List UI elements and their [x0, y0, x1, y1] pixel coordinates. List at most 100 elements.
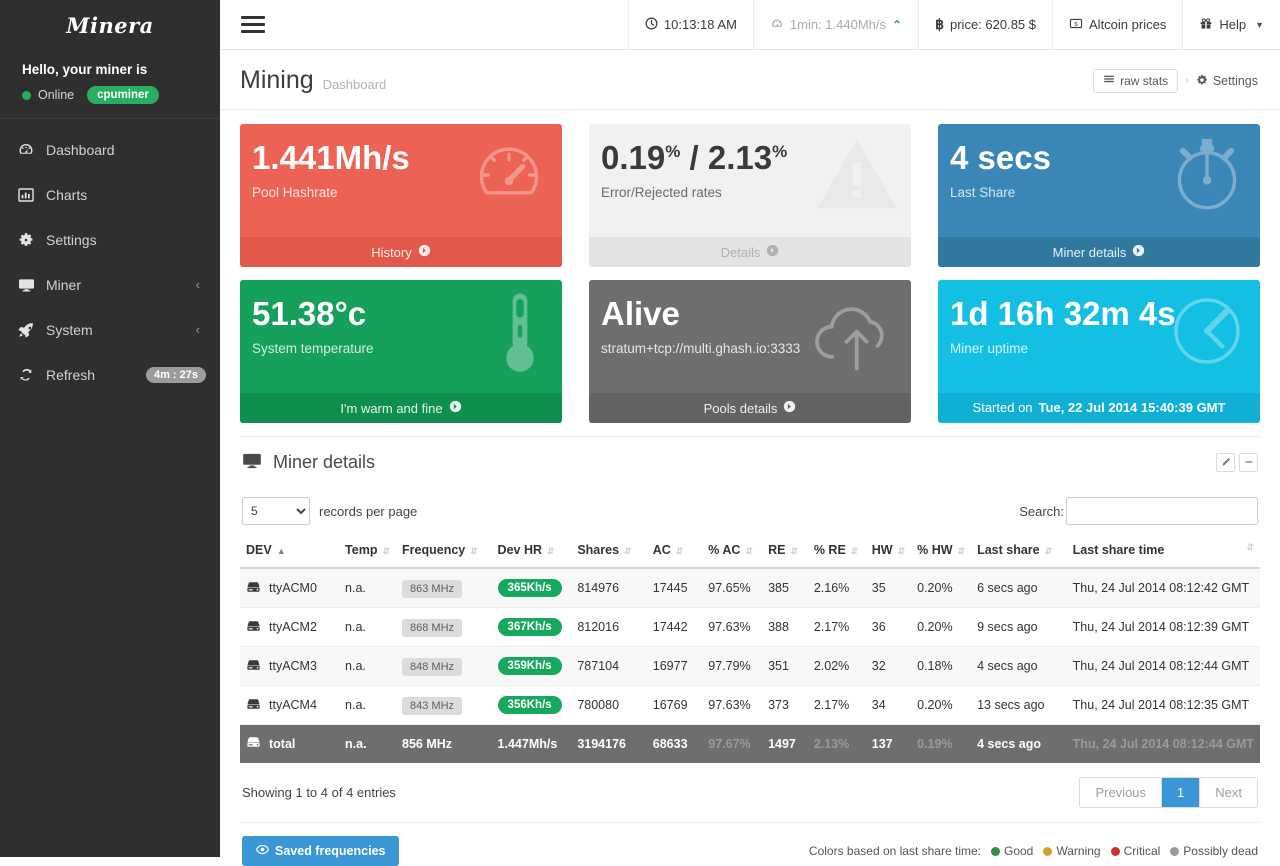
card-pool-status[interactable]: Alive stratum+tcp://multi.ghash.io:3333 … — [589, 280, 911, 423]
entries-info: Showing 1 to 4 of 4 entries — [242, 785, 396, 800]
col-pct-re[interactable]: % RE⇵ — [808, 535, 866, 568]
col-dev[interactable]: DEV▲ — [240, 535, 339, 568]
sort-icon: ⇵ — [624, 547, 632, 555]
card-value: 1d 16h 32m 4s — [950, 297, 1242, 332]
card-body: 1d 16h 32m 4s Miner uptime — [938, 280, 1260, 393]
col-re[interactable]: RE⇵ — [762, 535, 808, 568]
topbar-btc-price[interactable]: ฿ price: 620.85 $ — [918, 0, 1052, 50]
col-last-share[interactable]: Last share⇵ — [971, 535, 1067, 568]
pagination-next[interactable]: Next — [1200, 778, 1257, 807]
sort-icon: ⇵ — [851, 547, 859, 555]
sidebar-item-dashboard[interactable]: Dashboard — [0, 127, 220, 172]
sidebar-item-label: System — [46, 322, 93, 338]
col-ac[interactable]: AC⇵ — [647, 535, 702, 568]
card-footer-link[interactable]: I'm warm and fine — [240, 393, 562, 423]
cell-ac: 68633 — [647, 725, 702, 763]
hdd-icon — [246, 658, 261, 675]
table-row[interactable]: ttyACM2n.a.868 MHz367Kh/s8120161744297.6… — [240, 608, 1260, 647]
trend-up-icon: ⌃ — [892, 18, 902, 32]
tachometer-icon — [770, 17, 784, 33]
cell-last-share-time: Thu, 24 Jul 2014 08:12:44 GMT — [1067, 725, 1260, 763]
col-label: Last share time — [1073, 543, 1165, 557]
col-temp[interactable]: Temp⇵ — [339, 535, 396, 568]
card-error-rejected[interactable]: 0.19% / 2.13% Error/Rejected rates Detai… — [589, 124, 911, 267]
chevron-down-icon: ▼ — [1255, 20, 1264, 30]
col-label: Shares — [577, 543, 619, 557]
card-pool-hashrate[interactable]: 1.441Mh/s Pool Hashrate History — [240, 124, 562, 267]
miner-details-table: DEV▲ Temp⇵ Frequency⇵ Dev HR⇵ Shares⇵ AC… — [240, 535, 1260, 763]
col-pct-ac[interactable]: % AC⇵ — [702, 535, 762, 568]
sidebar-item-charts[interactable]: Charts — [0, 172, 220, 217]
dev-name: ttyACM3 — [269, 659, 317, 673]
cell-shares: 814976 — [571, 568, 646, 608]
dev-name: ttyACM4 — [269, 698, 317, 712]
sidebar-item-settings[interactable]: Settings — [0, 217, 220, 262]
records-per-page-label: records per page — [319, 504, 417, 519]
search-input[interactable] — [1066, 497, 1258, 525]
panel-footer: Saved frequencies Colors based on last s… — [240, 822, 1260, 866]
records-per-page-select[interactable]: 5102550100 — [242, 497, 310, 525]
col-shares[interactable]: Shares ⇵ — [571, 535, 646, 568]
arrow-right-circle-icon — [1132, 244, 1145, 260]
table-row[interactable]: ttyACM4n.a.843 MHz356Kh/s7800801676997.6… — [240, 686, 1260, 725]
topbar-help-menu[interactable]: Help ▼ — [1182, 0, 1280, 50]
cell-dev-hr: 367Kh/s — [492, 608, 572, 647]
card-footer-link[interactable]: Pools details — [589, 393, 911, 423]
miner-status: Online cpuminer — [22, 86, 220, 104]
cell-hw: 32 — [866, 647, 911, 686]
user-status-box: Hello, your miner is Online cpuminer — [0, 50, 220, 119]
card-value: Alive — [601, 297, 893, 332]
hashrate-pill: 356Kh/s — [498, 696, 562, 714]
gift-icon — [1199, 17, 1213, 33]
card-label: Last Share — [950, 185, 1242, 200]
sidebar-item-miner[interactable]: Miner ‹ — [0, 262, 220, 307]
hamburger-icon[interactable] — [220, 16, 266, 33]
card-footer-link[interactable]: Miner details — [938, 237, 1260, 267]
greeting-text: Hello, your miner is — [22, 62, 220, 77]
sidebar-item-system[interactable]: System ‹ — [0, 307, 220, 352]
search-label: Search: — [1019, 504, 1064, 519]
sort-asc-icon: ▲ — [277, 547, 286, 555]
card-last-share[interactable]: 4 secs Last Share Miner details — [938, 124, 1260, 267]
pool-url-label: stratum+tcp://multi.ghash.io:3333 — [601, 341, 893, 356]
card-footer-link[interactable]: Details — [589, 237, 911, 267]
col-label: AC — [653, 543, 671, 557]
cell-pct-ac: 97.63% — [702, 686, 762, 725]
pagination-page-1[interactable]: 1 — [1162, 778, 1200, 807]
table-row[interactable]: ttyACM0n.a.863 MHz365Kh/s8149761744597.6… — [240, 568, 1260, 608]
cell-re: 373 — [762, 686, 808, 725]
card-system-temperature[interactable]: 51.38°c System temperature I'm warm and … — [240, 280, 562, 423]
raw-stats-button[interactable]: raw stats — [1093, 69, 1178, 93]
sort-icon: ⇵ — [958, 547, 966, 555]
col-pct-hw[interactable]: % HW⇵ — [911, 535, 971, 568]
sidebar-item-refresh[interactable]: Refresh 4m : 27s — [0, 352, 220, 397]
col-label: Temp — [345, 543, 377, 557]
card-miner-uptime[interactable]: 1d 16h 32m 4s Miner uptime Started on Tu… — [938, 280, 1260, 423]
legend-item-possibly-dead: Possibly dead — [1170, 844, 1258, 858]
card-footer-label: I'm warm and fine — [340, 401, 442, 416]
table-row[interactable]: ttyACM3n.a.848 MHz359Kh/s7871041697797.7… — [240, 647, 1260, 686]
card-body: 1.441Mh/s Pool Hashrate — [240, 124, 562, 237]
topbar-hashrate[interactable]: 1min: 1.440Mh/s ⌃ — [753, 0, 918, 50]
card-footer-link[interactable]: History — [240, 237, 562, 267]
pagination-previous[interactable]: Previous — [1080, 778, 1162, 807]
card-footer-label: Miner details — [1053, 245, 1127, 260]
card-footer-link[interactable]: Started on Tue, 22 Jul 2014 15:40:39 GMT — [938, 393, 1260, 422]
topbar-altcoin-prices[interactable]: $ Altcoin prices — [1052, 0, 1182, 50]
cell-pct-hw: 0.18% — [911, 647, 971, 686]
cell-ac: 17442 — [647, 608, 702, 647]
pencil-icon[interactable] — [1216, 453, 1235, 472]
col-frequency[interactable]: Frequency⇵ — [396, 535, 492, 568]
frequency-pill: 843 MHz — [402, 697, 462, 715]
cell-pct-re: 2.17% — [808, 686, 866, 725]
saved-frequencies-button[interactable]: Saved frequencies — [242, 836, 399, 866]
col-hw[interactable]: HW⇵ — [866, 535, 911, 568]
col-dev-hr[interactable]: Dev HR⇵ — [492, 535, 572, 568]
col-last-share-time[interactable]: Last share time⇵ — [1067, 535, 1260, 568]
online-status-dot — [22, 91, 31, 100]
sidebar: Minera Hello, your miner is Online cpumi… — [0, 0, 220, 857]
miner-name-badge: cpuminer — [87, 86, 159, 104]
cell-dev: total — [240, 725, 339, 763]
settings-link[interactable]: Settings — [1196, 74, 1258, 89]
minus-icon[interactable] — [1239, 453, 1258, 472]
